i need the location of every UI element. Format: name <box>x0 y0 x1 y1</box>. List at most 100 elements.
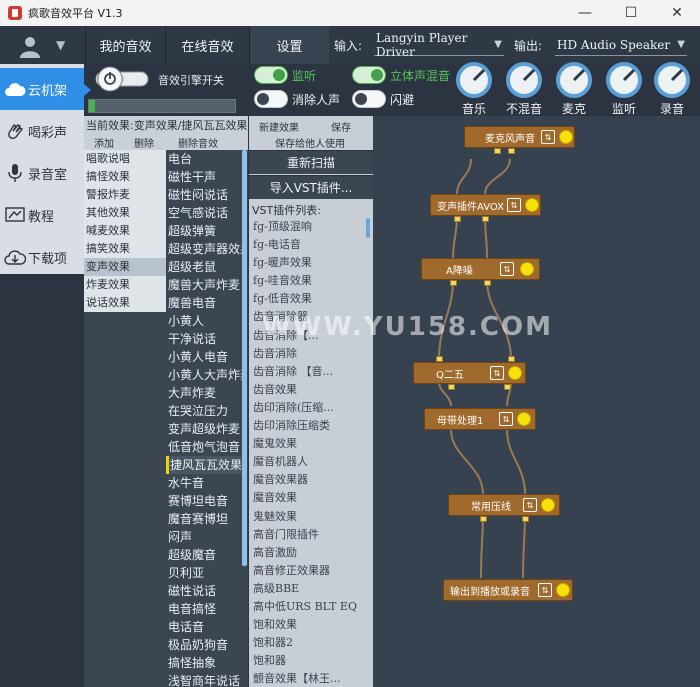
effect-item[interactable]: 空气感说话 <box>166 204 242 222</box>
category-item[interactable]: 唱歌说唱 <box>84 150 166 168</box>
effect-item[interactable]: 水牛音 <box>166 474 242 492</box>
effect-item[interactable]: 小黄人 <box>166 312 242 330</box>
vst-plugin-item[interactable]: 颤音效果【林王... <box>253 670 365 687</box>
tab-my-effects[interactable]: 我的音效 <box>85 26 165 64</box>
category-item[interactable]: 其他效果 <box>84 204 166 222</box>
vst-plugin-item[interactable]: 齿音消除 <box>253 345 365 363</box>
effect-item[interactable]: 变声超级炸麦 <box>166 420 242 438</box>
effect-item[interactable]: 捷风瓦瓦效果 <box>166 456 242 474</box>
remove-vocal-toggle[interactable] <box>254 90 288 108</box>
node-status-dot[interactable] <box>508 366 522 380</box>
sidebar-item-tutorial[interactable]: 教程 <box>0 194 84 236</box>
vst-plugin-item[interactable]: 高中低URS BLT EQ <box>253 598 365 616</box>
node-output-pin[interactable] <box>494 148 501 154</box>
stereo-mix-toggle[interactable] <box>352 66 386 84</box>
user-menu-chevron-icon[interactable]: ▼ <box>56 38 65 52</box>
node-status-dot[interactable] <box>541 498 555 512</box>
monitor-toggle[interactable] <box>254 66 288 84</box>
vst-plugin-item[interactable]: 魔音机器人 <box>253 453 365 471</box>
category-item[interactable]: 搞怪效果 <box>84 168 166 186</box>
node-status-dot[interactable] <box>559 130 573 144</box>
save-button[interactable]: 保存 <box>331 119 351 134</box>
effect-item[interactable]: 搞怪抽象 <box>166 654 242 672</box>
effect-item[interactable]: 磁性闷说话 <box>166 186 242 204</box>
add-effect-button[interactable]: 添加 <box>94 135 114 150</box>
effect-item[interactable]: 超级变声器效果 <box>166 240 242 258</box>
node-output-pin[interactable] <box>482 216 489 222</box>
effect-item[interactable]: 贝利亚 <box>166 564 242 582</box>
vst-plugin-item[interactable]: 饱和器 <box>253 652 365 670</box>
vst-plugin-item[interactable]: 齿印消除压缩类 <box>253 417 365 435</box>
vst-plugin-item[interactable]: fg-暖声效果 <box>253 254 365 272</box>
effect-item[interactable]: 低音炮气泡音 <box>166 438 242 456</box>
node-output-pin[interactable] <box>448 384 455 390</box>
effect-item[interactable]: 魔兽电音 <box>166 294 242 312</box>
category-item[interactable]: 喊麦效果 <box>84 222 166 240</box>
sidebar-item-applause[interactable]: 喝彩声 <box>0 110 84 152</box>
node-output-pin[interactable] <box>508 148 515 154</box>
chain-node-voice-changer[interactable]: 变声插件AVOX ⇅ <box>430 194 541 216</box>
vst-plugin-item[interactable]: 高音门限插件 <box>253 526 365 544</box>
delete-sound-effect-button[interactable]: 删除音效 <box>178 135 218 150</box>
sidebar-item-cloud-rack[interactable]: 云机架 <box>0 68 84 110</box>
node-output-pin[interactable] <box>480 516 487 522</box>
vst-plugin-item[interactable]: 高音激励 <box>253 544 365 562</box>
import-vst-button[interactable]: 导入VST插件... <box>249 175 373 199</box>
vst-list-scrollbar[interactable] <box>366 218 370 238</box>
effect-item[interactable]: 电音搞怪 <box>166 600 242 618</box>
vst-plugin-item[interactable]: fg-顶级混响 <box>253 218 365 236</box>
effect-item[interactable]: 超级弹簧 <box>166 222 242 240</box>
category-item[interactable]: 搞笑效果 <box>84 240 166 258</box>
node-output-pin[interactable] <box>504 384 511 390</box>
chain-node-eq[interactable]: Q二五 ⇅ <box>413 362 526 384</box>
vst-plugin-item[interactable]: 齿印消除(压缩... <box>253 399 365 417</box>
ducking-toggle[interactable] <box>352 90 386 108</box>
node-settings-icon[interactable]: ⇅ <box>490 366 504 380</box>
effect-item[interactable]: 磁性说话 <box>166 582 242 600</box>
tab-settings[interactable]: 设置 <box>249 26 329 64</box>
vst-plugin-item[interactable]: fg-哇音效果 <box>253 272 365 290</box>
minimize-button[interactable]: — <box>562 0 608 26</box>
effect-item[interactable]: 赛博坦电音 <box>166 492 242 510</box>
category-item[interactable]: 变声效果 <box>84 258 166 276</box>
effect-item[interactable]: 超级魔音 <box>166 546 242 564</box>
effect-item[interactable]: 小黄人电音 <box>166 348 242 366</box>
maximize-button[interactable]: ☐ <box>608 0 654 26</box>
effect-item[interactable]: 超级老鼠 <box>166 258 242 276</box>
chain-node-mic[interactable]: 麦克风声音 ⇅ <box>464 126 575 148</box>
effect-item[interactable]: 魔兽大声炸麦 <box>166 276 242 294</box>
node-status-dot[interactable] <box>517 412 531 426</box>
node-input-pin[interactable] <box>508 356 515 362</box>
effect-list-scrollbar[interactable] <box>242 150 247 566</box>
output-device-select[interactable]: HD Audio Speaker ▼ <box>555 34 687 56</box>
node-settings-icon[interactable]: ⇅ <box>541 130 555 144</box>
category-item[interactable]: 炸麦效果 <box>84 276 166 294</box>
effect-item[interactable]: 小黄人大声炸麦 <box>166 366 242 384</box>
no-mix-knob[interactable] <box>504 60 544 100</box>
node-status-dot[interactable] <box>556 583 570 597</box>
new-effect-button[interactable]: 新建效果 <box>259 119 299 134</box>
share-save-button[interactable]: 保存给他人使用 <box>275 135 345 150</box>
effect-item[interactable]: 魔音赛博坦 <box>166 510 242 528</box>
input-device-select[interactable]: Langyin Player Driver ▼ <box>374 31 504 59</box>
node-output-pin[interactable] <box>450 280 457 286</box>
node-status-dot[interactable] <box>520 262 534 276</box>
vst-plugin-item[interactable]: 高级BBE <box>253 580 365 598</box>
chain-node-compressor[interactable]: 常用压线 ⇅ <box>448 494 560 516</box>
vst-plugin-item[interactable]: 齿音消除 【音... <box>253 363 365 381</box>
vst-plugin-item[interactable]: fg-低音效果 <box>253 290 365 308</box>
effect-item[interactable]: 干净说话 <box>166 330 242 348</box>
effect-item[interactable]: 闷声 <box>166 528 242 546</box>
node-settings-icon[interactable]: ⇅ <box>500 262 514 276</box>
chain-node-mastering[interactable]: 母带处理1 ⇅ <box>424 408 536 430</box>
vst-plugin-item[interactable]: 魔音效果 <box>253 489 365 507</box>
delete-effect-button[interactable]: 删除 <box>134 135 154 150</box>
record-volume-knob[interactable] <box>652 60 692 100</box>
chain-node-denoise[interactable]: A降噪 ⇅ <box>421 258 540 280</box>
node-status-dot[interactable] <box>525 198 539 212</box>
sidebar-item-downloads[interactable]: 下载项 <box>0 236 84 278</box>
rescan-button[interactable]: 重新扫描 <box>249 150 373 174</box>
mic-volume-knob[interactable] <box>554 60 594 100</box>
tab-online-effects[interactable]: 在线音效 <box>165 26 249 64</box>
effect-item[interactable]: 磁性干声 <box>166 168 242 186</box>
